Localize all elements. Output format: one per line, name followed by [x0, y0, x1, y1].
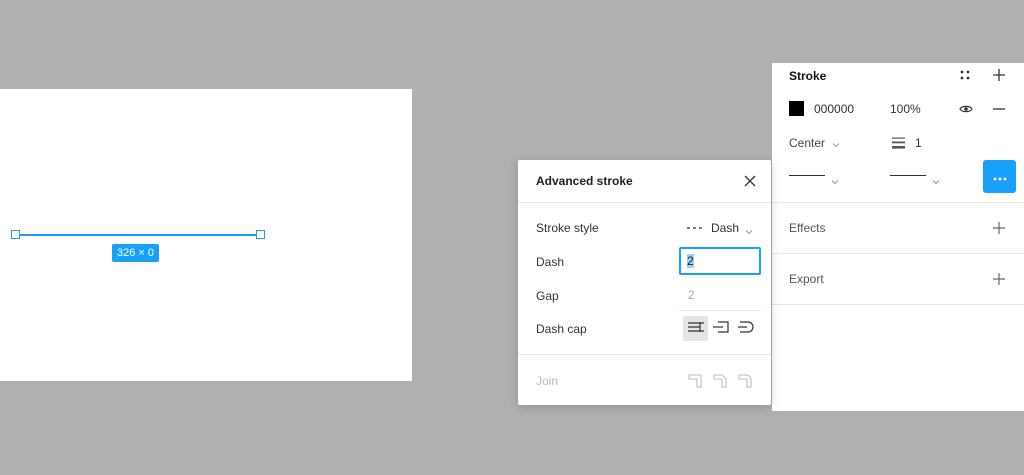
chevron-down-icon [831, 172, 839, 190]
stroke-line-sample [890, 175, 926, 176]
join-label: Join [536, 374, 559, 388]
chevron-down-icon [745, 224, 753, 238]
dash-cap-square-button[interactable] [708, 316, 733, 341]
cap-square-icon [712, 320, 729, 338]
advanced-stroke-dialog: Advanced stroke Stroke style Dash Dash 2… [518, 160, 771, 405]
more-dots-icon [993, 168, 1007, 186]
stroke-color-swatch[interactable] [789, 101, 804, 116]
stroke-align-dropdown[interactable]: Center [789, 136, 840, 151]
dash-cap-none-button[interactable] [683, 316, 708, 341]
start-point-dropdown[interactable] [789, 167, 841, 185]
stroke-opacity[interactable]: 100% [890, 102, 921, 116]
chevron-down-icon [932, 172, 940, 190]
gap-input-underline [679, 310, 761, 311]
gap-input[interactable]: 2 [688, 288, 695, 302]
stroke-style-dropdown[interactable]: Dash [687, 221, 763, 237]
style-grid-icon[interactable] [956, 66, 974, 84]
add-export-icon[interactable] [990, 270, 1008, 288]
stroke-align-value: Center [789, 136, 826, 150]
join-bevel-icon[interactable] [711, 372, 729, 390]
cap-none-icon [687, 320, 704, 338]
add-effect-icon[interactable] [990, 219, 1008, 237]
dash-pattern-icon [687, 222, 703, 236]
resize-handle-right[interactable] [256, 230, 265, 239]
properties-panel: Stroke 000000 100% Center 1 Effects Expo… [772, 63, 1024, 411]
canvas-frame[interactable]: 326 × 0 [0, 89, 412, 381]
selected-line[interactable] [16, 234, 260, 236]
join-round-icon[interactable] [736, 372, 754, 390]
stroke-line-sample [789, 175, 825, 176]
divider [518, 354, 771, 355]
chevron-down-icon [832, 137, 840, 151]
divider [772, 253, 1024, 254]
effects-section-title: Effects [789, 221, 826, 235]
dash-label: Dash [536, 255, 565, 269]
stroke-color-hex[interactable]: 000000 [814, 102, 854, 116]
stroke-style-label: Stroke style [536, 221, 599, 235]
dimension-label: 326 × 0 [112, 244, 160, 262]
add-stroke-icon[interactable] [990, 66, 1008, 84]
stroke-section-title: Stroke [789, 69, 827, 83]
dash-cap-label: Dash cap [536, 322, 587, 336]
remove-stroke-icon[interactable] [990, 100, 1008, 118]
resize-handle-left[interactable] [11, 230, 20, 239]
dash-input-value: 2 [687, 254, 694, 268]
stroke-weight-value[interactable]: 1 [915, 136, 922, 150]
divider [772, 304, 1024, 305]
gap-label: Gap [536, 289, 559, 303]
visibility-eye-icon[interactable] [957, 100, 975, 118]
divider [518, 202, 771, 203]
stroke-style-value: Dash [711, 221, 740, 235]
dash-input[interactable]: 2 [679, 247, 761, 275]
divider [772, 202, 1024, 203]
dash-cap-round-button[interactable] [733, 316, 758, 341]
end-point-dropdown[interactable] [890, 167, 942, 185]
stroke-weight-icon [890, 135, 906, 151]
close-icon[interactable] [741, 172, 759, 190]
cap-round-icon [737, 320, 754, 338]
export-section-title: Export [789, 272, 824, 286]
join-miter-icon[interactable] [686, 372, 704, 390]
dialog-title: Advanced stroke [536, 174, 633, 188]
advanced-stroke-button[interactable] [983, 160, 1016, 193]
